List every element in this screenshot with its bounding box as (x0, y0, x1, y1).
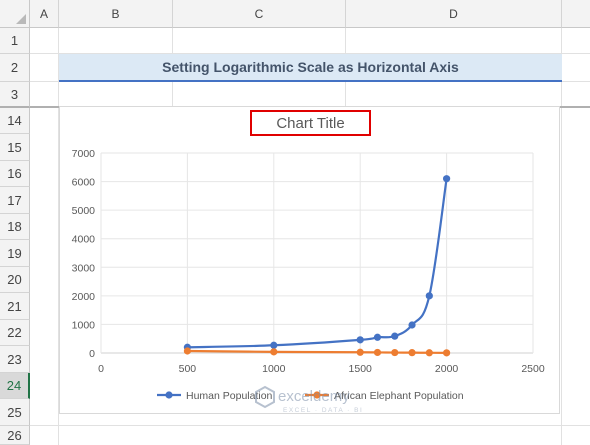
row-label: 1 (10, 33, 19, 48)
data-point (443, 349, 451, 357)
row-label: 17 (7, 192, 22, 208)
y-tick-label: 3000 (72, 262, 96, 274)
row-label: 24 (6, 378, 22, 393)
row-label: 2 (10, 60, 19, 75)
chart-title-box[interactable]: Chart Title (250, 110, 371, 136)
y-tick-label: 6000 (72, 177, 96, 189)
row-label: 18 (7, 219, 22, 234)
data-point (356, 336, 364, 344)
row-header-22[interactable]: 22 (0, 320, 30, 346)
y-tick-label: 1000 (72, 319, 96, 331)
row-label: 26 (7, 427, 22, 443)
row-label: 14 (7, 113, 22, 128)
column-header-a[interactable]: A (30, 0, 59, 28)
data-point (391, 348, 399, 357)
row-header-21[interactable]: 21 (0, 293, 30, 320)
data-point (408, 349, 416, 357)
data-point (270, 341, 278, 349)
row-header-23[interactable]: 23 (0, 346, 30, 373)
data-point (373, 348, 382, 357)
data-point (408, 321, 416, 329)
x-tick-label: 500 (179, 363, 197, 375)
grid-line (30, 425, 590, 426)
y-tick-label: 4000 (72, 234, 96, 246)
row-label: 19 (7, 245, 22, 261)
scatter-chart-svg[interactable]: 0 1000 2000 3000 4000 5000 6000 7000 0 500 1000 150… (59, 106, 560, 414)
row-header-14[interactable]: 14 (0, 108, 30, 134)
data-point (443, 175, 451, 183)
legend-swatch-marker (165, 391, 173, 399)
row-header-16[interactable]: 16 (0, 161, 30, 187)
sheet-title-banner[interactable]: Setting Logarithmic Scale as Horizontal … (59, 54, 562, 82)
data-point (373, 333, 382, 341)
row-header-26[interactable]: 26 (0, 426, 30, 445)
row-label: 3 (10, 86, 19, 102)
legend-label: African Elephant Population (334, 390, 464, 402)
data-point (183, 347, 191, 355)
select-all-corner[interactable] (0, 0, 30, 28)
column-label-b: B (111, 6, 120, 21)
row-header-18[interactable]: 18 (0, 214, 30, 240)
chart-title-text: Chart Title (276, 114, 345, 132)
data-point (425, 292, 433, 300)
row-header-1[interactable]: 1 (0, 28, 30, 54)
row-label: 22 (7, 325, 22, 340)
row-label: 15 (7, 139, 22, 155)
series-line-human-population (187, 178, 448, 349)
row-label: 25 (7, 404, 22, 420)
row-header-17[interactable]: 17 (0, 187, 30, 214)
x-tick-label: 0 (98, 363, 104, 375)
column-label-d: D (449, 6, 458, 21)
row-label: 21 (7, 298, 22, 314)
x-tick-label: 1500 (349, 363, 373, 375)
y-tick-label: 2000 (72, 291, 96, 303)
row-header-2[interactable]: 2 (0, 54, 30, 82)
row-header-20[interactable]: 20 (0, 267, 30, 293)
row-label: 23 (7, 351, 22, 367)
row-header-3[interactable]: 3 (0, 82, 30, 108)
column-header-next[interactable] (562, 0, 590, 28)
column-header-d[interactable]: D (346, 0, 562, 28)
x-tick-label: 2000 (435, 363, 459, 375)
watermark-tagline-text: EXCEL · DATA · BI (283, 407, 363, 414)
legend-label: Human Population (186, 390, 273, 402)
column-header-c[interactable]: C (173, 0, 346, 28)
grid-line (561, 28, 562, 445)
data-point (356, 348, 364, 356)
y-tick-label: 7000 (72, 148, 96, 160)
data-point (270, 348, 278, 356)
x-tick-label: 2500 (521, 363, 545, 375)
x-tick-label: 1000 (262, 363, 286, 375)
column-label-a: A (39, 6, 48, 21)
sheet-title-text: Setting Logarithmic Scale as Horizontal … (162, 59, 459, 75)
row-label: 16 (7, 166, 22, 181)
row-header-15[interactable]: 15 (0, 134, 30, 161)
y-tick-label: 5000 (72, 205, 96, 217)
column-label-c: C (254, 6, 264, 21)
row-header-24[interactable]: 24 (0, 373, 30, 399)
y-tick-label: 0 (89, 348, 95, 360)
data-point (425, 349, 433, 357)
row-label: 20 (7, 272, 22, 287)
data-point (391, 332, 399, 340)
watermark-brand-text: exceldemy (278, 388, 350, 405)
row-header-25[interactable]: 25 (0, 399, 30, 426)
column-header-b[interactable]: B (59, 0, 173, 28)
row-header-19[interactable]: 19 (0, 240, 30, 267)
